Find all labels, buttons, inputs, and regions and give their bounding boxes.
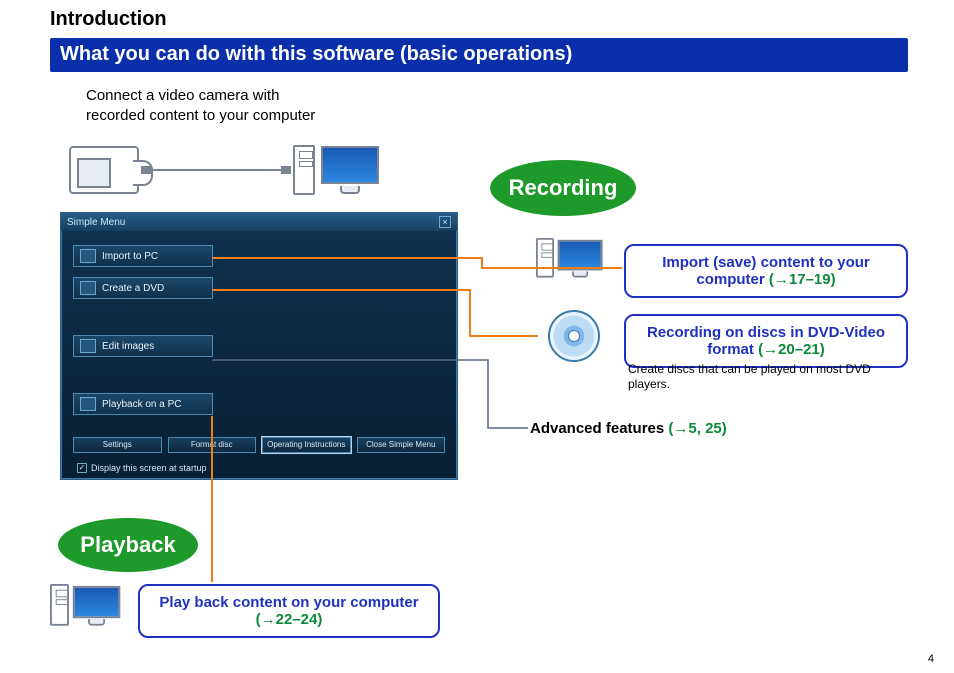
- play-icon: [80, 397, 96, 411]
- page-ref: (→5, 25): [668, 420, 726, 437]
- checkbox-label: Display this screen at startup: [91, 463, 207, 473]
- camcorder-to-pc-diagram: [69, 140, 379, 200]
- pc-tower-icon: [50, 584, 69, 626]
- pc-tower-icon: [536, 238, 554, 278]
- simple-menu-title: Simple Menu: [67, 217, 125, 228]
- playback-ellipse: Playback: [58, 518, 198, 572]
- close-icon[interactable]: ×: [439, 216, 451, 228]
- callout-text: Play back content on your computer: [159, 594, 418, 611]
- connect-line2: recorded content to your computer: [86, 107, 315, 124]
- pc-icon-group: [536, 238, 603, 278]
- operating-instructions-button[interactable]: Operating Instructions: [262, 437, 351, 453]
- menu-item-create-dvd[interactable]: Create a DVD: [73, 277, 213, 299]
- page-number: 4: [928, 653, 934, 665]
- monitor-icon: [73, 586, 120, 626]
- startup-checkbox[interactable]: ✓ Display this screen at startup: [77, 463, 207, 473]
- menu-item-label: Edit images: [102, 341, 154, 352]
- pc-icon-group: [50, 584, 120, 626]
- dvd-subnote: Create discs that can be played on most …: [628, 362, 912, 392]
- monitor-icon: [321, 146, 379, 194]
- settings-button[interactable]: Settings: [73, 437, 162, 453]
- disc-icon: [548, 310, 600, 362]
- simple-menu-window: Simple Menu × Import to PC Create a DVD …: [60, 212, 458, 480]
- section-title-bar: What you can do with this software (basi…: [50, 38, 908, 72]
- advanced-features-text: Advanced features: [530, 420, 668, 437]
- checkbox-icon: ✓: [77, 463, 87, 473]
- menu-item-label: Create a DVD: [102, 283, 164, 294]
- import-callout[interactable]: Import (save) content to your computer (…: [624, 244, 908, 298]
- monitor-icon: [558, 240, 603, 278]
- edit-icon: [80, 339, 96, 353]
- playback-callout[interactable]: Play back content on your computer (→22–…: [138, 584, 440, 638]
- pc-tower-icon: [293, 145, 315, 195]
- page-ref: (→22–24): [256, 611, 323, 628]
- page-title: Introduction: [50, 8, 167, 31]
- dvd-callout[interactable]: Recording on discs in DVD-Video format (…: [624, 314, 908, 368]
- advanced-features-link[interactable]: Advanced features (→5, 25): [530, 420, 727, 437]
- connect-line1: Connect a video camera with: [86, 87, 279, 104]
- menu-item-playback[interactable]: Playback on a PC: [73, 393, 213, 415]
- menu-item-edit-images[interactable]: Edit images: [73, 335, 213, 357]
- dvd-icon: [80, 281, 96, 295]
- page-ref: (→17–19): [769, 271, 836, 288]
- page-ref: (→20–21): [758, 341, 825, 358]
- menu-item-import[interactable]: Import to PC: [73, 245, 213, 267]
- recording-ellipse: Recording: [490, 160, 636, 216]
- callout-text: Import (save) content to your computer: [662, 254, 870, 288]
- menu-item-label: Import to PC: [102, 251, 158, 262]
- import-icon: [80, 249, 96, 263]
- usb-cable-icon: [145, 169, 287, 171]
- format-disc-button[interactable]: Format disc: [168, 437, 257, 453]
- camcorder-icon: [69, 146, 139, 194]
- connect-instruction: Connect a video camera with recorded con…: [86, 86, 315, 126]
- menu-item-label: Playback on a PC: [102, 399, 182, 410]
- close-simple-menu-button[interactable]: Close Simple Menu: [357, 437, 446, 453]
